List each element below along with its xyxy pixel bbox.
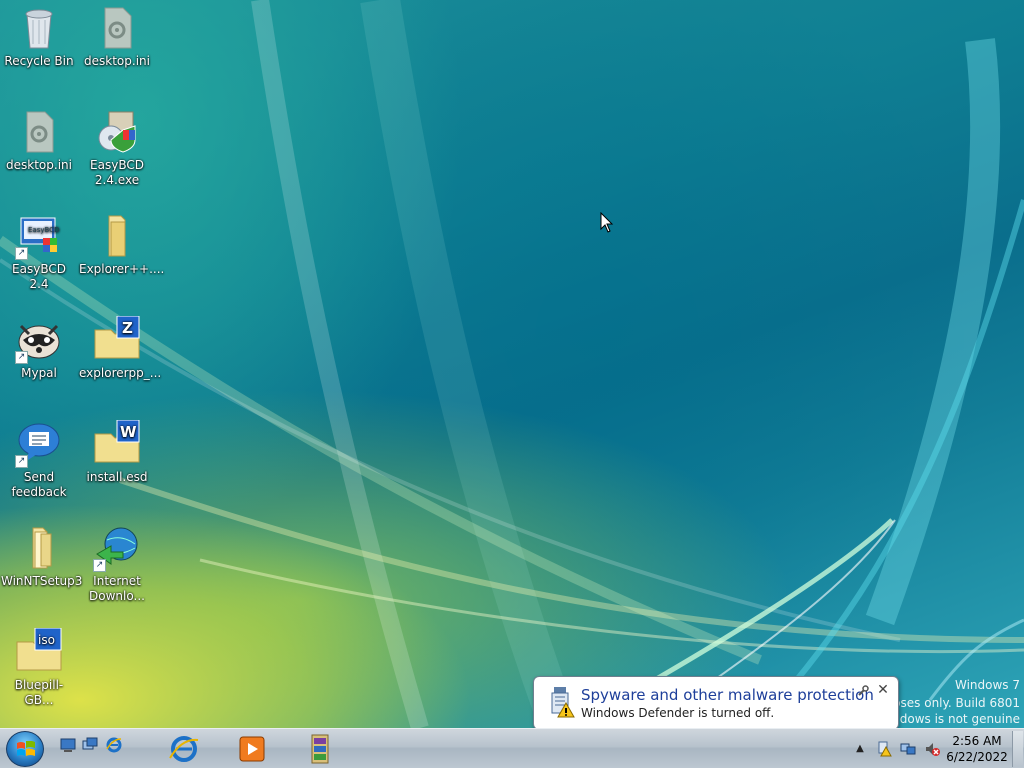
mypal-raccoon-icon: ↗ (15, 316, 63, 364)
close-icon[interactable]: ✕ (876, 682, 890, 698)
start-button[interactable] (6, 731, 44, 767)
taskbar-media-player-button[interactable] (224, 732, 280, 766)
shortcut-arrow-icon: ↗ (15, 351, 28, 364)
svg-text:Z: Z (122, 319, 133, 337)
desktop-icon-easybcd-exe[interactable]: EasyBCD 2.4.exe (78, 108, 156, 188)
notification-balloon[interactable]: Spyware and other malware protection Win… (533, 676, 899, 728)
feedback-bubble-icon: ↗ (15, 420, 63, 468)
svg-text:W: W (120, 423, 137, 441)
show-desktop-button[interactable] (1012, 731, 1023, 767)
desktop-icon-internet-download-manager[interactable]: ↗ Internet Downlo... (78, 524, 156, 604)
internet-explorer-icon[interactable] (106, 737, 122, 753)
folder-icon (93, 212, 141, 260)
zip-archive-icon: Z (93, 315, 141, 364)
desktop-icon-bluepill-iso[interactable]: iso Bluepill-GB... (0, 627, 78, 708)
mouse-cursor-icon (600, 212, 614, 233)
desktop-icon-label: EasyBCD 2.4 (12, 262, 66, 291)
desktop-icon-label: Internet Downlo... (89, 574, 145, 603)
iso-file-icon: iso (15, 627, 63, 676)
shortcut-arrow-icon: ↗ (15, 247, 28, 260)
svg-text:EasyBCD: EasyBCD (28, 226, 59, 234)
taskbar: ▲ 2:56 AM 6/22/2022 (0, 728, 1024, 768)
shortcut-arrow-icon: ↗ (93, 559, 106, 572)
network-icon[interactable] (900, 741, 916, 757)
desktop-icon-label: install.esd (86, 470, 148, 484)
desktop-icon-label: Mypal (21, 366, 57, 380)
desktop-icon-desktop-ini-1[interactable]: desktop.ini (78, 4, 156, 69)
desktop-icon-label: Explorer++.... (79, 262, 165, 276)
desktop-icon-install-esd[interactable]: W install.esd (78, 419, 156, 485)
clock-date: 6/22/2022 (946, 750, 1008, 764)
desktop-icon-label: EasyBCD 2.4.exe (90, 158, 144, 187)
windows-defender-warning-icon (551, 687, 575, 718)
esd-file-icon: W (93, 419, 141, 468)
show-desktop-icon[interactable] (60, 737, 76, 753)
desktop[interactable]: Recycle Bin desktop.ini EasyBCD ↗ EasyBC… (0, 0, 1024, 728)
taskbar-internet-explorer-button[interactable] (156, 732, 212, 766)
switch-windows-icon[interactable] (82, 737, 98, 753)
watermark-line-3: ndows is not genuine (892, 712, 1020, 726)
desktop-icon-label: Recycle Bin (4, 54, 74, 68)
volume-muted-icon[interactable] (924, 741, 940, 757)
folder-icon (15, 524, 63, 572)
desktop-icon-explorerpp-zip[interactable]: Z explorerpp_... (78, 315, 162, 381)
clock-time: 2:56 AM (952, 734, 1002, 748)
desktop-icon-label: explorerpp_... (79, 366, 162, 380)
easybcd-icon: EasyBCD ↗ (15, 212, 63, 260)
windows-logo-icon (17, 741, 35, 756)
desktop-icon-label: Bluepill-GB... (14, 678, 64, 707)
svg-text:iso: iso (38, 633, 55, 647)
system-clock[interactable]: 2:56 AM 6/22/2022 (944, 733, 1010, 765)
wrench-options-icon[interactable] (856, 684, 870, 698)
desktop-icon-label: desktop.ini (6, 158, 72, 172)
notification-title: Spyware and other malware protection (581, 686, 874, 704)
taskbar-winrar-button[interactable] (292, 732, 348, 766)
internet-download-manager-icon: ↗ (93, 524, 141, 572)
desktop-icon-send-feedback[interactable]: ↗ Send feedback (0, 420, 78, 500)
desktop-icon-desktop-ini-2[interactable]: desktop.ini (0, 108, 78, 173)
desktop-icon-mypal[interactable]: ↗ Mypal (0, 316, 78, 381)
desktop-icon-recycle-bin[interactable]: Recycle Bin (0, 4, 78, 69)
watermark-line-1: Windows 7 (954, 678, 1020, 692)
desktop-icon-winntsetup3[interactable]: WinNTSetup3 (0, 524, 83, 589)
notification-message: Windows Defender is turned off. (581, 706, 775, 720)
watermark-line-2: poses only. Build 6801 (885, 696, 1020, 710)
action-center-warning-icon[interactable] (876, 741, 892, 757)
desktop-icon-label: desktop.ini (84, 54, 150, 68)
show-hidden-icons-button[interactable]: ▲ (852, 741, 868, 757)
desktop-icon-label: WinNTSetup3 (1, 574, 83, 588)
installer-icon (93, 108, 141, 156)
recycle-bin-icon (15, 4, 63, 52)
config-file-icon (15, 108, 63, 156)
desktop-icon-explorerpp-folder[interactable]: Explorer++.... (78, 212, 165, 277)
config-file-icon (93, 4, 141, 52)
shortcut-arrow-icon: ↗ (15, 455, 28, 468)
desktop-icon-label: Send feedback (11, 470, 67, 499)
desktop-icon-easybcd-shortcut[interactable]: EasyBCD ↗ EasyBCD 2.4 (0, 212, 78, 292)
